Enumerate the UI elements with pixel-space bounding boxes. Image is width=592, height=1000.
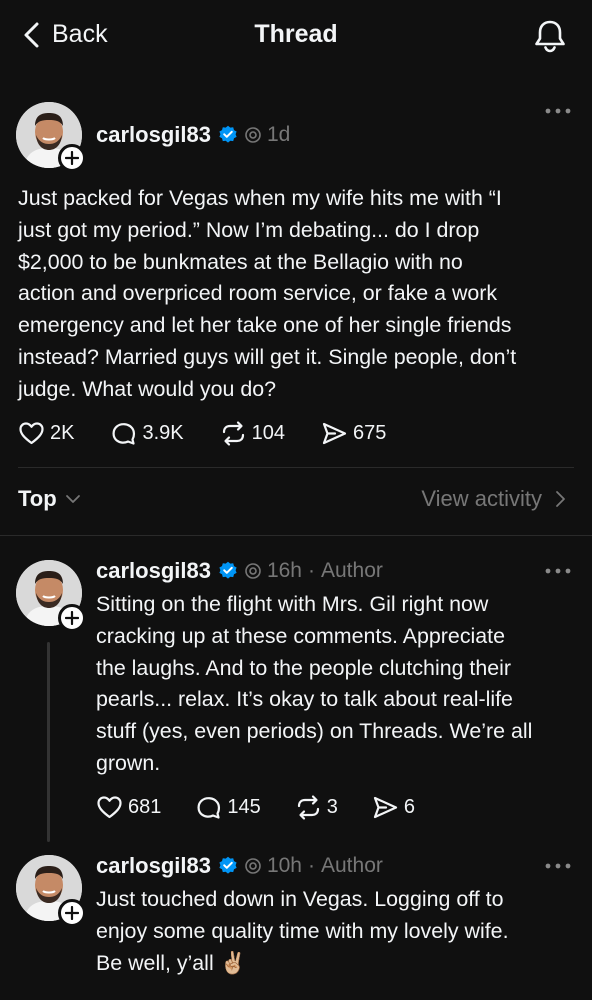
reply-button[interactable]: 145 <box>195 794 261 821</box>
follow-button[interactable] <box>58 899 86 927</box>
post-meta: carlosgil83 1d <box>96 122 290 148</box>
chevron-right-icon <box>556 491 565 507</box>
more-options-button[interactable] <box>544 861 572 871</box>
share-icon <box>322 422 347 445</box>
plus-icon <box>65 611 79 625</box>
reply-meta: carlosgil83 10h · Author <box>96 853 383 879</box>
threads-icon <box>245 563 261 579</box>
reply-time: 16h <box>266 559 302 582</box>
reply-count: 3.9K <box>142 422 184 444</box>
reply-body: Just touched down in Vegas. Logging off … <box>96 887 509 975</box>
like-button[interactable]: 2K <box>18 420 74 447</box>
post-body: Just packed for Vegas when my wife hits … <box>18 186 517 401</box>
sort-dropdown[interactable]: Top <box>18 486 81 512</box>
more-icon <box>545 568 571 574</box>
post-actions: 2K 3.9K 104 675 <box>18 420 386 447</box>
follow-button[interactable] <box>58 144 86 172</box>
reply-count: 145 <box>227 796 261 818</box>
verified-badge-icon <box>219 856 237 874</box>
post-time: 1d <box>266 123 291 146</box>
threads-icon <box>245 127 261 143</box>
share-count: 675 <box>353 422 387 444</box>
reply-time: 10h <box>266 854 302 877</box>
more-icon <box>545 108 571 114</box>
author-tag: Author <box>321 854 383 877</box>
bell-icon[interactable] <box>532 18 568 54</box>
more-options-button[interactable] <box>544 106 572 116</box>
author-tag: Author <box>321 559 383 582</box>
view-activity-link[interactable]: View activity <box>421 486 566 512</box>
share-icon <box>373 796 397 819</box>
share-count: 6 <box>403 796 415 818</box>
view-activity-label: View activity <box>421 486 542 511</box>
username[interactable]: carlosgil83 <box>96 122 211 148</box>
heart-icon <box>19 422 44 445</box>
repost-icon <box>297 795 319 820</box>
more-icon <box>545 863 571 869</box>
page-title: Thread <box>254 20 338 48</box>
top-bar: Back Thread <box>0 0 592 74</box>
sort-label: Top <box>18 486 57 511</box>
reply-actions: 681 145 3 6 <box>96 794 415 821</box>
reply-button[interactable]: 3.9K <box>110 420 184 447</box>
username[interactable]: carlosgil83 <box>96 853 211 879</box>
like-count: 681 <box>128 796 162 818</box>
more-options-button[interactable] <box>544 566 572 576</box>
reply-meta: carlosgil83 16h · Author <box>96 558 383 584</box>
follow-button[interactable] <box>58 604 86 632</box>
comment-icon <box>112 423 136 445</box>
repost-count: 104 <box>251 422 285 444</box>
thread-line <box>47 642 50 842</box>
verified-badge-icon <box>219 561 237 579</box>
separator: · <box>308 559 315 582</box>
like-button[interactable]: 681 <box>96 794 161 821</box>
share-button[interactable]: 675 <box>321 420 386 447</box>
divider <box>18 467 574 468</box>
separator: · <box>308 854 315 877</box>
repost-icon <box>222 421 244 446</box>
reply-body: Sitting on the flight with Mrs. Gil righ… <box>96 592 533 775</box>
threads-icon <box>245 858 261 874</box>
username[interactable]: carlosgil83 <box>96 558 211 584</box>
heart-icon <box>97 796 122 819</box>
like-count: 2K <box>50 422 75 444</box>
repost-button[interactable]: 104 <box>220 420 285 447</box>
repost-button[interactable]: 3 <box>295 794 338 821</box>
verified-badge-icon <box>219 125 237 143</box>
plus-icon <box>65 906 79 920</box>
share-button[interactable]: 6 <box>372 794 415 821</box>
divider <box>0 535 592 536</box>
comment-icon <box>197 797 221 819</box>
plus-icon <box>65 151 79 165</box>
chevron-down-icon <box>65 495 80 503</box>
repost-count: 3 <box>326 796 338 818</box>
